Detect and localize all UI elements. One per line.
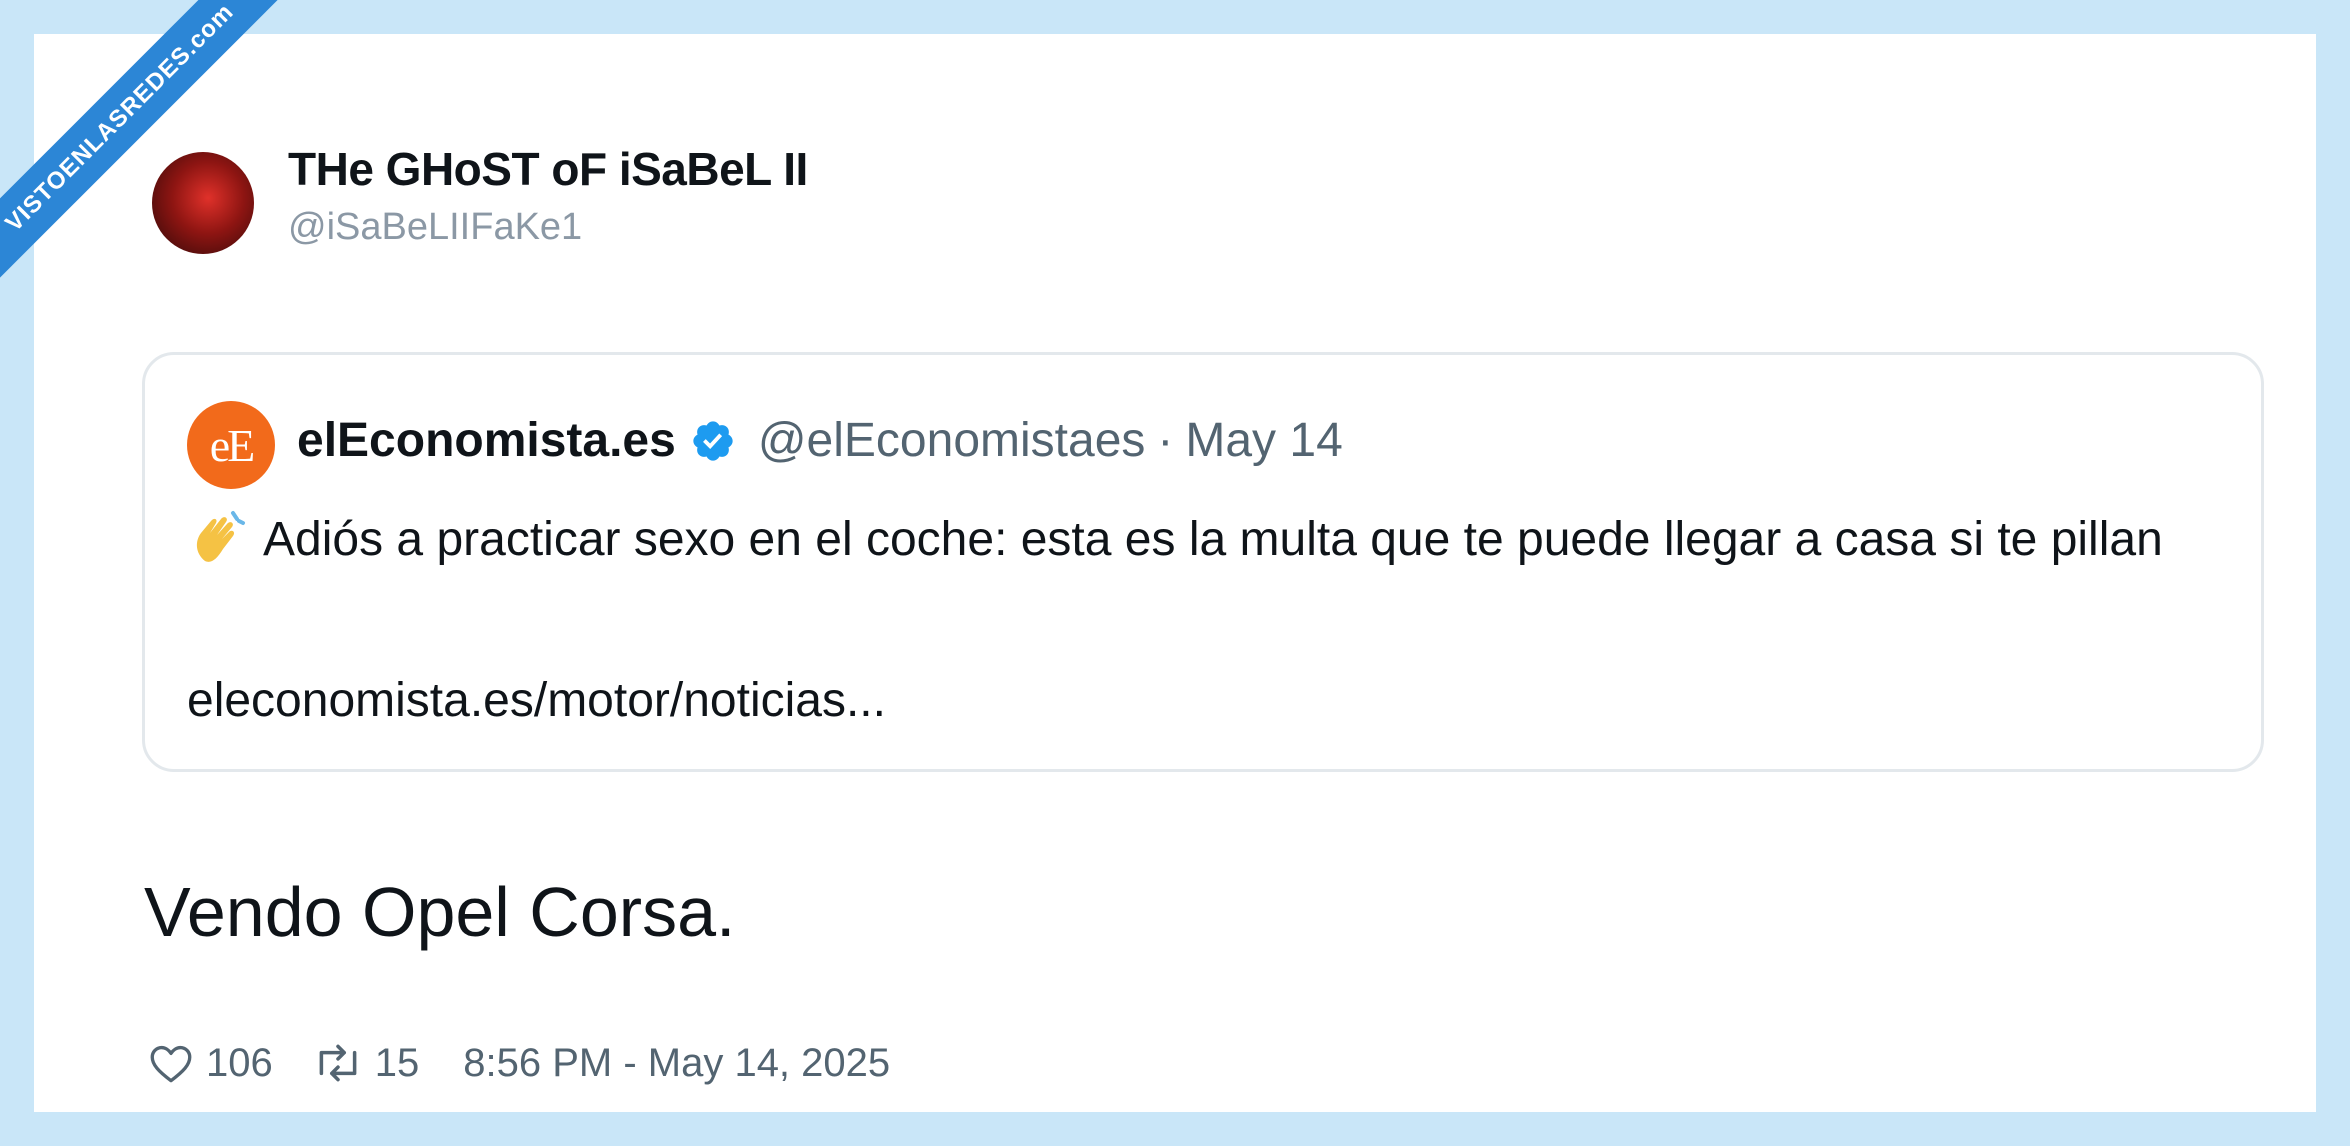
quoted-tweet[interactable]: eE elEconomista.es @elEconomistaes · May…: [142, 352, 2264, 772]
quoted-handle[interactable]: @elEconomistaes: [758, 413, 1146, 468]
quoted-name[interactable]: elEconomista.es: [297, 413, 676, 468]
tweet-text: Vendo Opel Corsa.: [144, 873, 736, 951]
like-count: 106: [206, 1040, 273, 1085]
quoted-date[interactable]: May 14: [1185, 413, 1342, 468]
quoted-avatar[interactable]: eE: [187, 401, 275, 489]
tweet-footer: 106 15 8:56 PM - May 14, 2025: [146, 1038, 890, 1088]
quoted-text-content: Adiós a practicar sexo en el coche: esta…: [263, 513, 2163, 566]
author-handle[interactable]: @iSaBeLIIFaKe1: [288, 206, 582, 249]
like-button[interactable]: 106: [146, 1038, 273, 1088]
retweet-icon: [319, 1044, 357, 1082]
quoted-header: elEconomista.es @elEconomistaes · May 14: [297, 413, 1343, 468]
timestamp[interactable]: 8:56 PM - May 14, 2025: [463, 1041, 890, 1086]
separator: ·: [1157, 414, 1174, 467]
heart-icon: [150, 1045, 192, 1083]
tweet-card: THe GHoST oF iSaBeL II @iSaBeLIIFaKe1 eE…: [34, 34, 2316, 1112]
retweet-count: 15: [374, 1040, 420, 1085]
avatar[interactable]: [152, 152, 254, 254]
quoted-text: Adiós a practicar sexo en el coche: esta…: [187, 507, 2227, 571]
verified-badge-icon: [690, 418, 736, 464]
author-name[interactable]: THe GHoST oF iSaBeL II: [288, 142, 808, 196]
retweet-button[interactable]: 15: [311, 1038, 420, 1088]
quoted-link[interactable]: eleconomista.es/motor/noticias...: [187, 673, 886, 728]
waving-hand-emoji: [187, 507, 247, 567]
